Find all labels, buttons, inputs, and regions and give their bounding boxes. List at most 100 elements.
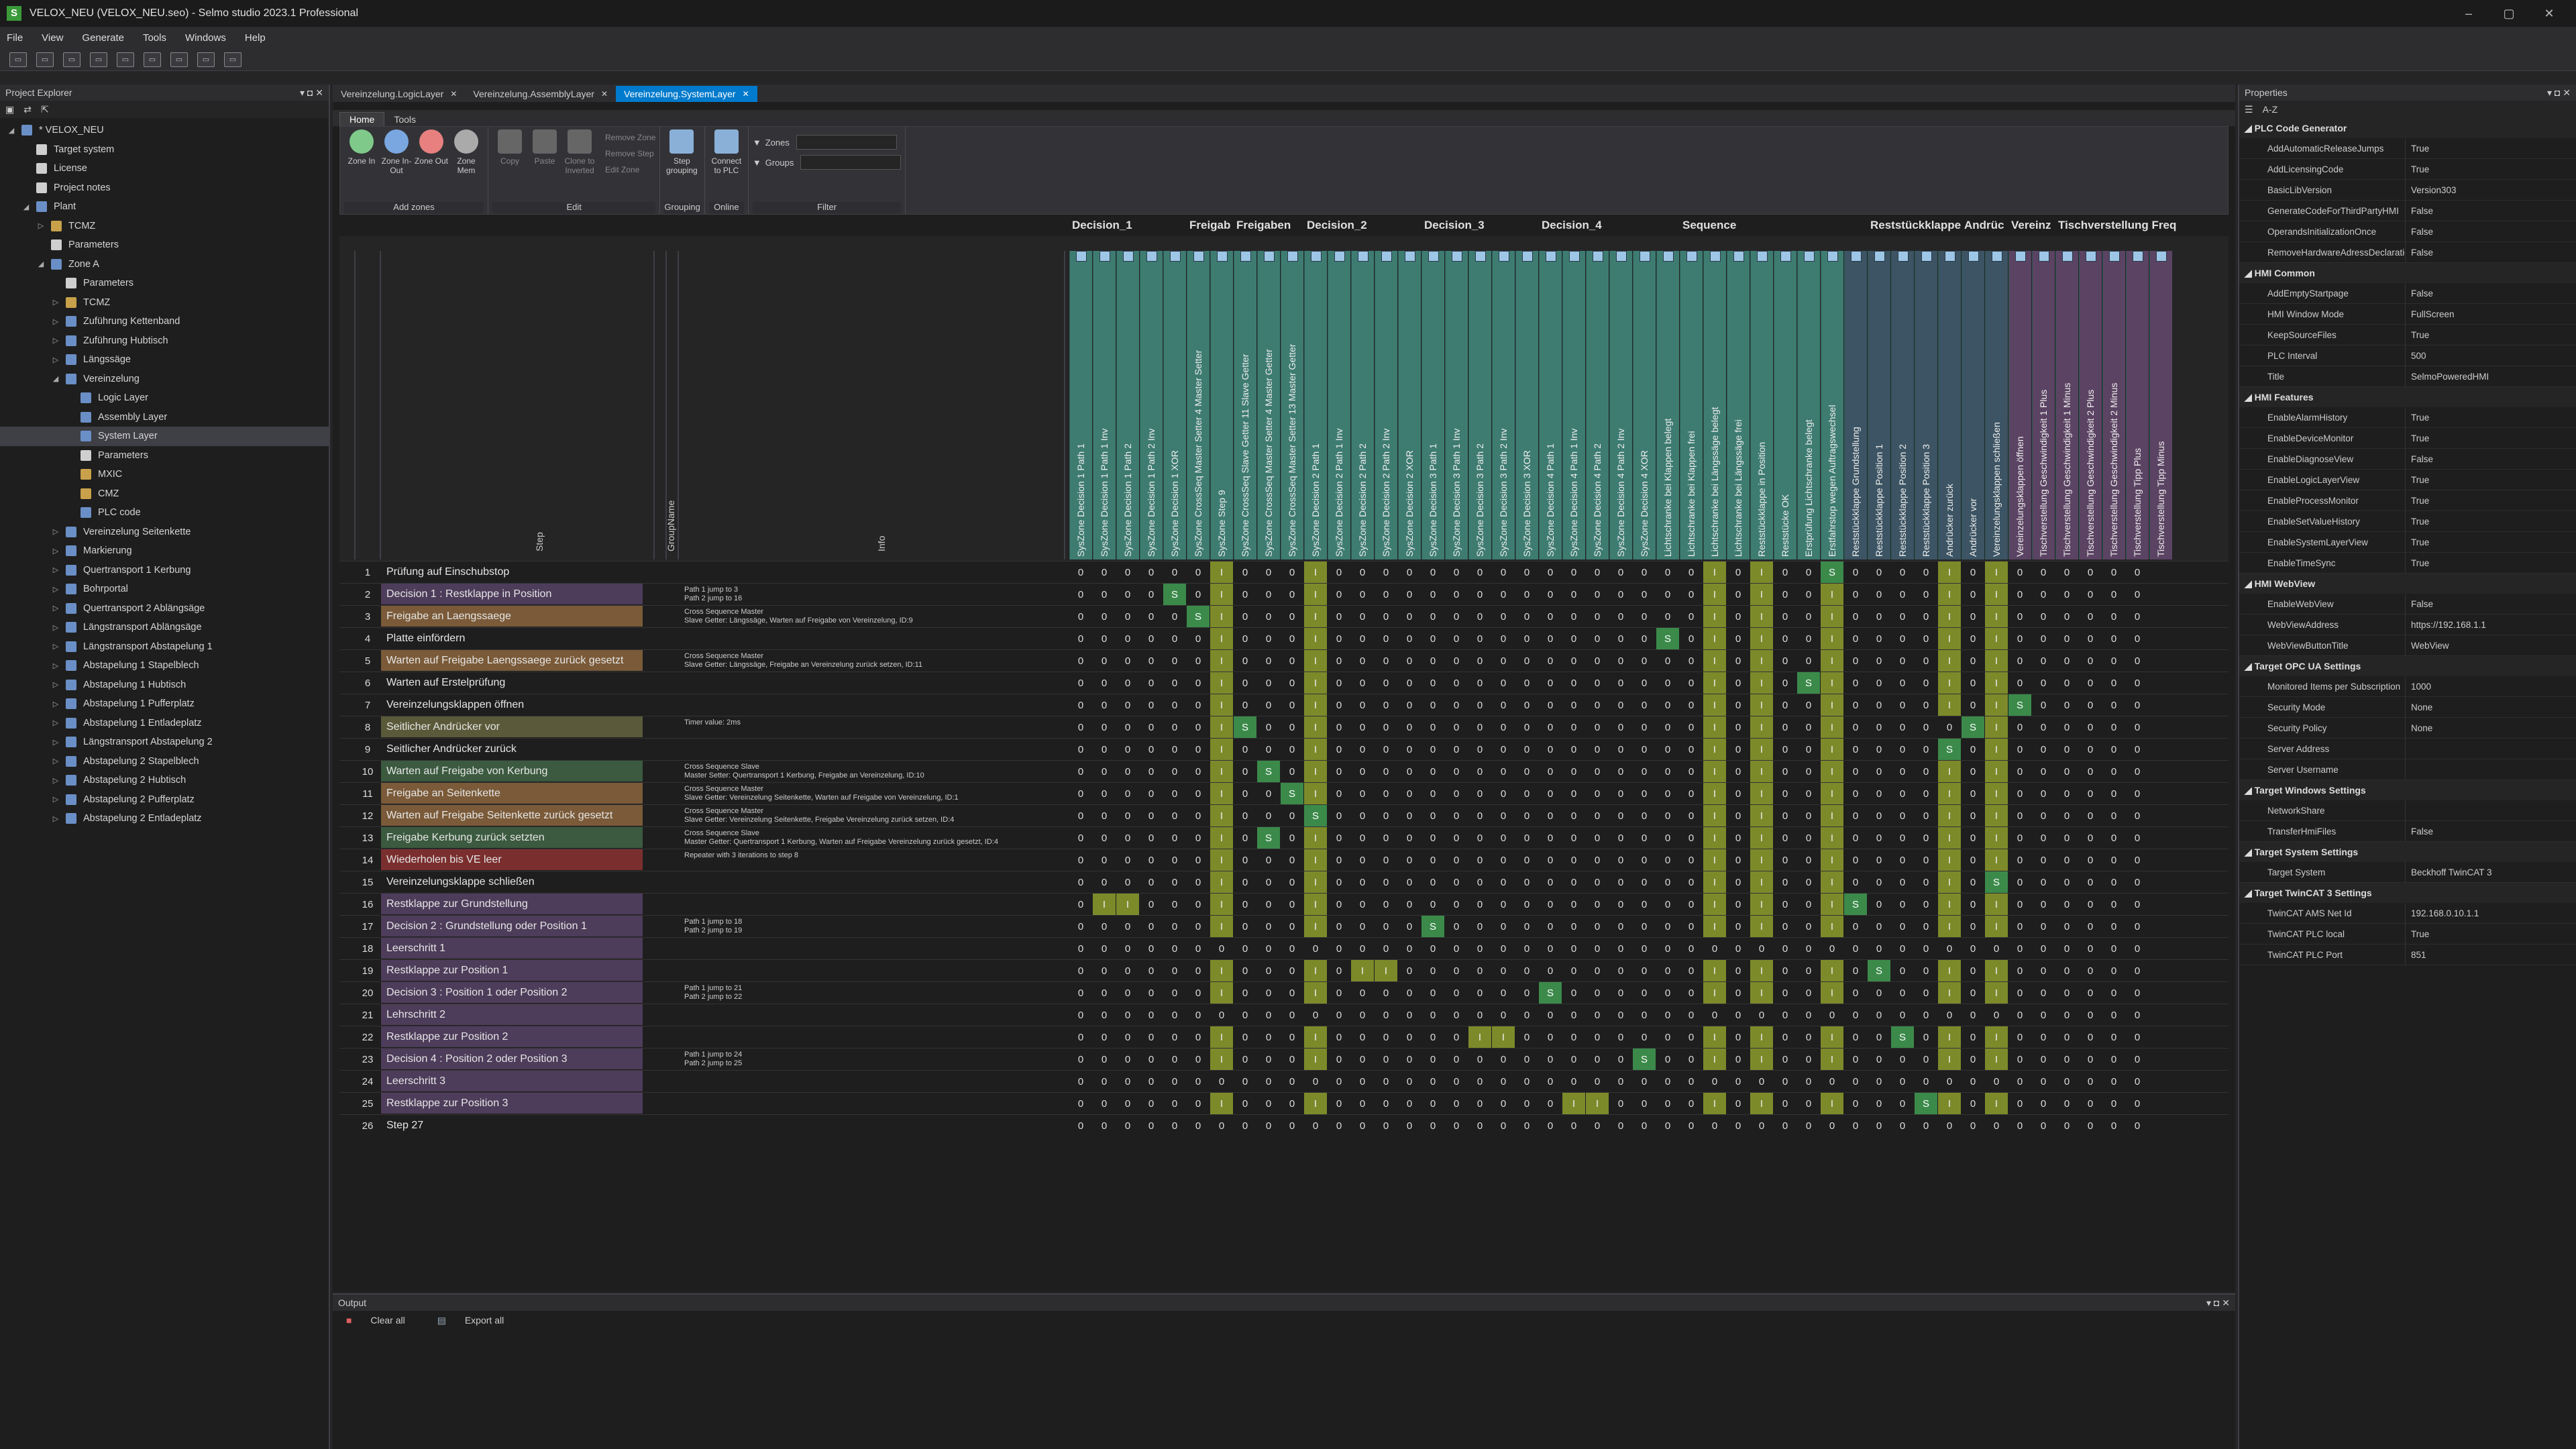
zone-cell[interactable]: 0	[1163, 1004, 1186, 1026]
tree-item[interactable]: ◢ * VELOX_NEU	[0, 121, 329, 140]
zone-cell[interactable]: 0	[1187, 628, 1210, 650]
property-row[interactable]: Title SelmoPoweredHMI	[2239, 366, 2576, 387]
zone-cell[interactable]: 0	[2032, 628, 2055, 650]
zone-cell[interactable]: 0	[1797, 716, 1820, 739]
zone-cell[interactable]: 0	[1375, 894, 1397, 916]
property-value[interactable]: False	[2406, 221, 2576, 241]
zone-cell[interactable]: 0	[1445, 1071, 1468, 1093]
zone-cell[interactable]: 0	[1468, 650, 1491, 672]
tree-item[interactable]: ▷ Bohrportal	[0, 580, 329, 599]
zone-cell[interactable]: 0	[1445, 894, 1468, 916]
tree-item[interactable]: ▷ Längstransport Abstapelung 2	[0, 733, 329, 752]
zone-cell[interactable]: 0	[1515, 871, 1538, 894]
zone-cell[interactable]: 0	[1257, 650, 1280, 672]
zone-column-header[interactable]: Tischverstellung Geschwindigkeit 2 Plus	[2079, 251, 2102, 559]
zone-cell[interactable]: 0	[1656, 561, 1679, 584]
zone-cell[interactable]: I	[1938, 871, 1961, 894]
expand-arrow-icon[interactable]: ▷	[51, 547, 60, 555]
zone-cell[interactable]: 0	[1492, 761, 1515, 783]
zone-cell[interactable]: 0	[2008, 672, 2031, 694]
zone-cell[interactable]: I	[1703, 694, 1726, 716]
zone-cell[interactable]: 0	[1797, 894, 1820, 916]
zone-cell[interactable]: 0	[1774, 1071, 1796, 1093]
zone-cell[interactable]: 0	[1093, 960, 1116, 982]
zone-cell[interactable]: 0	[1116, 938, 1139, 960]
zone-cell[interactable]: 0	[1351, 1115, 1374, 1137]
zone-cell[interactable]: 0	[1586, 739, 1609, 761]
zone-cell[interactable]: 0	[1515, 849, 1538, 871]
zone-cell[interactable]: 0	[1234, 584, 1256, 606]
zone-cell[interactable]: 0	[2126, 871, 2149, 894]
zone-cell[interactable]: 0	[1703, 1071, 1726, 1093]
grid-row[interactable]: 22 Restklappe zur Position 2000000I000I00…	[339, 1026, 2229, 1049]
zone-cell[interactable]: 0	[1187, 916, 1210, 938]
zone-cell[interactable]: 0	[1586, 628, 1609, 650]
zone-cell[interactable]: 0	[1234, 916, 1256, 938]
zone-cell[interactable]: 0	[1586, 584, 1609, 606]
menu-view[interactable]: View	[42, 32, 63, 44]
zone-cell[interactable]: 0	[1140, 761, 1163, 783]
zone-cell[interactable]: 0	[1492, 1049, 1515, 1071]
zone-cell[interactable]: 0	[1351, 1093, 1374, 1115]
zone-cell[interactable]: 0	[2008, 650, 2031, 672]
zone-cell[interactable]: S	[1938, 739, 1961, 761]
zone-cell[interactable]: 0	[1421, 606, 1444, 628]
document-tab[interactable]: Vereinzelung.AssemblyLayer ✕	[465, 86, 616, 102]
zone-cell[interactable]: I	[1562, 1093, 1585, 1115]
zone-cell[interactable]: 0	[1257, 1026, 1280, 1049]
zone-cell[interactable]: 0	[1656, 1004, 1679, 1026]
zone-cell[interactable]: 0	[1868, 1026, 1890, 1049]
zone-cell[interactable]: 0	[1633, 894, 1656, 916]
zone-cell[interactable]: 0	[1821, 1071, 1843, 1093]
zone-cell[interactable]: 0	[1703, 1115, 1726, 1137]
zone-cell[interactable]: 0	[1140, 672, 1163, 694]
zone-cell[interactable]: 0	[1116, 650, 1139, 672]
zone-cell[interactable]: 0	[1774, 1004, 1796, 1026]
zone-cell[interactable]: 0	[1774, 960, 1796, 982]
zone-cell[interactable]: I	[1985, 783, 2008, 805]
zone-cell[interactable]: 0	[1774, 561, 1796, 584]
zone-column-header[interactable]: Lichtschranke bei Längssäge belegt	[1703, 251, 1726, 559]
zone-cell[interactable]: I	[1985, 694, 2008, 716]
zone-cell[interactable]: 0	[1093, 584, 1116, 606]
zone-cell[interactable]: S	[1891, 1026, 1914, 1049]
zone-cell[interactable]: 0	[1891, 628, 1914, 650]
zone-cell[interactable]: 0	[1844, 982, 1867, 1004]
zone-cell[interactable]: 0	[2055, 1049, 2078, 1071]
zone-cell[interactable]: 0	[1962, 849, 1984, 871]
zone-cell[interactable]: 0	[1656, 916, 1679, 938]
zone-cell[interactable]: 0	[2032, 783, 2055, 805]
zone-cell[interactable]: 0	[1187, 1026, 1210, 1049]
zone-cell[interactable]: 0	[1445, 694, 1468, 716]
zone-cell[interactable]: 0	[1163, 894, 1186, 916]
zone-cell[interactable]: I	[1703, 1026, 1726, 1049]
zone-cell[interactable]: 0	[1515, 716, 1538, 739]
zone-cell[interactable]: 0	[1375, 1115, 1397, 1137]
zone-cell[interactable]: 0	[2126, 805, 2149, 827]
zone-cell[interactable]: 0	[1680, 606, 1703, 628]
zone-cell[interactable]: 0	[2079, 628, 2102, 650]
zone-cell[interactable]: 0	[1915, 628, 1937, 650]
zone-cell[interactable]: I	[1210, 783, 1233, 805]
zone-cell[interactable]: I	[1304, 827, 1327, 849]
zone-cell[interactable]: 0	[1774, 1115, 1796, 1137]
zone-cell[interactable]: 0	[1421, 982, 1444, 1004]
property-row[interactable]: Server Address	[2239, 739, 2576, 759]
zone-cell[interactable]: 0	[1328, 650, 1350, 672]
zone-cell[interactable]: 0	[1116, 761, 1139, 783]
grid-row[interactable]: 1 Prüfung auf Einschubstop 0 0 0 0 0 0 I 0 0 0 I 0 0 0 0…	[339, 561, 2229, 584]
zone-cell[interactable]: 0	[1703, 938, 1726, 960]
zone-cell[interactable]: 0	[1492, 1093, 1515, 1115]
zone-cell[interactable]: 0	[1187, 849, 1210, 871]
zone-cell[interactable]: 0	[1492, 716, 1515, 739]
zone-cell[interactable]: 0	[1539, 672, 1562, 694]
close-button[interactable]: ✕	[2529, 7, 2569, 21]
zone-cell[interactable]: 0	[1069, 672, 1092, 694]
zone-cell[interactable]: 0	[2055, 650, 2078, 672]
zone-cell[interactable]: 0	[2079, 916, 2102, 938]
step-name[interactable]: Step 27	[381, 1115, 643, 1136]
zone-cell[interactable]: 0	[1586, 894, 1609, 916]
zone-cell[interactable]: 0	[1844, 716, 1867, 739]
document-tab[interactable]: Vereinzelung.LogicLayer ✕	[333, 86, 465, 102]
zone-cell[interactable]: 0	[1116, 849, 1139, 871]
